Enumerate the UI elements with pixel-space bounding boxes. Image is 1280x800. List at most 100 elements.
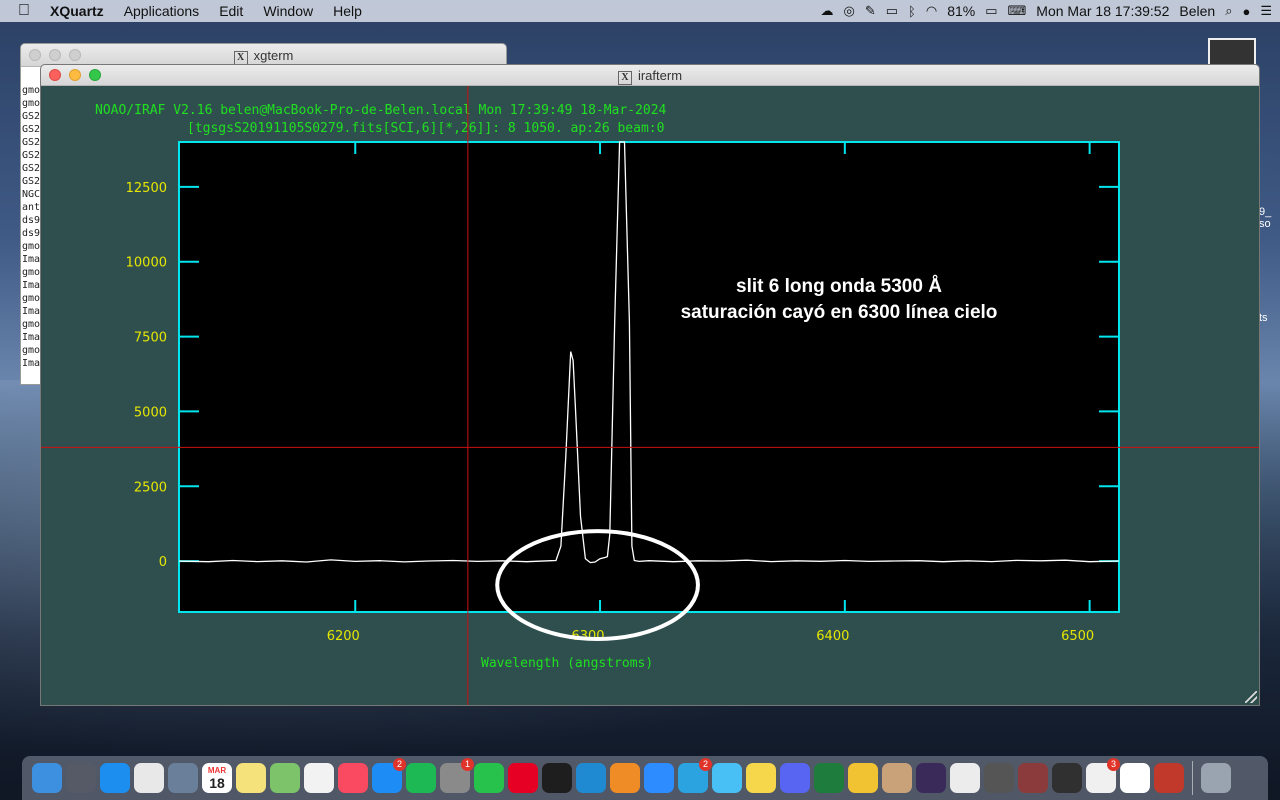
dock-spotify-icon[interactable] [406, 763, 436, 793]
desktop-file-label[interactable]: 9_ so [1259, 206, 1271, 230]
plot-frame [178, 141, 1120, 613]
menu-app-name[interactable]: XQuartz [40, 3, 114, 19]
xgterm-line: gmo [22, 241, 41, 252]
dock-python-icon[interactable]: 3 [1086, 758, 1120, 793]
plot-header-line2: [tgsgsS20191105S0279.fits[SCI,6][*,26]]:… [187, 121, 664, 136]
dock-calendar-icon[interactable]: MAR 18 [202, 763, 232, 793]
dock-stickies-icon[interactable] [746, 763, 776, 793]
xgterm-line: GS2 [22, 137, 41, 148]
xgterm-line: gmo [22, 98, 41, 109]
annotation-line2: saturación cayó en 6300 línea cielo [681, 302, 998, 323]
keyboard-icon[interactable]: ⌨ [1008, 3, 1027, 19]
annotation-line1: slit 6 long onda 5300 Å [736, 276, 942, 297]
airplay-icon[interactable]: ▭ [886, 3, 898, 19]
dock-chrome-icon[interactable] [134, 763, 164, 793]
menu-bar:  XQuartz Applications Edit Window Help … [0, 0, 1280, 22]
dock-zoom-icon[interactable] [644, 763, 674, 793]
dock-music-icon[interactable] [338, 763, 368, 793]
dock-preview-icon[interactable] [168, 763, 198, 793]
dock-circle-icon[interactable] [814, 763, 844, 793]
dock-vs-code-icon[interactable] [576, 763, 606, 793]
xgterm-line: GS2 [22, 176, 41, 187]
notification-badge: 1 [461, 758, 474, 771]
xgterm-line: gmo [22, 293, 41, 304]
xgterm-line: ds9 [22, 215, 41, 226]
x11-icon: X [617, 71, 632, 85]
menu-help[interactable]: Help [323, 3, 372, 19]
dock-ds9-icon[interactable] [1052, 763, 1082, 793]
plot-header-line1: NOAO/IRAF V2.16 belen@MacBook-Pro-de-Bel… [95, 103, 667, 118]
xgterm-text[interactable]: gmo gmo GS2 GS2 GS2 GS2 GS2 GS2 NGC ant ds9 ds9 gmo I… [22, 84, 40, 370]
adobe-sync-icon[interactable]: ◎ [844, 3, 855, 19]
dock-trash-icon[interactable] [1201, 763, 1231, 793]
irafterm-titlebar[interactable]: Xirafterm [41, 65, 1259, 86]
creative-cloud-icon[interactable]: ☁ [821, 3, 834, 19]
x-tick-label: 6500 [1061, 629, 1094, 644]
xgterm-line: Ima [22, 280, 41, 291]
bluetooth-icon[interactable]: ᛒ [908, 4, 916, 19]
x-axis-label: Wavelength (angstroms) [481, 656, 653, 671]
dock-messages-icon[interactable] [712, 763, 742, 793]
dock-safari-icon[interactable] [100, 763, 130, 793]
xgterm-line: Ima [22, 306, 41, 317]
menu-user[interactable]: Belen [1179, 3, 1215, 19]
y-tick-label: 10000 [126, 256, 167, 271]
desktop-file-label-2[interactable]: ts [1259, 312, 1268, 324]
notification-center-icon[interactable]: ☰ [1260, 3, 1272, 19]
dock-whatsapp-icon[interactable] [474, 763, 504, 793]
xgterm-line: ant [22, 202, 41, 213]
y-tick-label: 7500 [134, 331, 167, 346]
dock-red-app-icon[interactable] [1154, 763, 1184, 793]
dock-discord-icon[interactable] [780, 763, 810, 793]
dock-launchpad-icon[interactable] [66, 763, 96, 793]
notification-badge: 3 [1107, 758, 1120, 771]
dock-telescope-icon[interactable] [1018, 763, 1048, 793]
dock-document-icon[interactable] [950, 763, 980, 793]
spectrum-plot[interactable]: NOAO/IRAF V2.16 belen@MacBook-Pro-de-Bel… [41, 86, 1259, 705]
menu-window[interactable]: Window [253, 3, 323, 19]
menu-applications[interactable]: Applications [114, 3, 210, 19]
dock-notes-icon[interactable] [236, 763, 266, 793]
dock-notion-icon[interactable] [1120, 763, 1150, 793]
dock-app-store-icon[interactable]: 2 [372, 758, 406, 793]
siri-icon[interactable]: ● [1242, 4, 1250, 19]
spotlight-search-icon[interactable]: ⌕ [1225, 3, 1232, 19]
dock-maps-icon[interactable] [270, 763, 300, 793]
menu-clock[interactable]: Mon Mar 18 17:39:52 [1036, 3, 1169, 19]
calendar-month: MAR [207, 765, 227, 775]
dock-sheets-icon[interactable] [882, 763, 912, 793]
xgterm-line: gmo [22, 319, 41, 330]
battery-percent[interactable]: 81% [947, 3, 975, 19]
wifi-icon[interactable]: ◠ [926, 3, 937, 19]
xgterm-line: Ima [22, 358, 41, 369]
dock-observing-tool-icon[interactable] [984, 763, 1014, 793]
notification-badge: 2 [393, 758, 406, 771]
dock-system-preferences-icon[interactable]: 1 [440, 758, 474, 793]
irafterm-title: irafterm [637, 68, 683, 83]
dock-galaxy-icon[interactable] [916, 763, 946, 793]
dock-pinterest-icon[interactable] [508, 763, 538, 793]
y-tick-label: 0 [159, 555, 167, 570]
xgterm-line: Ima [22, 254, 41, 265]
dock-telegram-icon[interactable]: 2 [678, 758, 712, 793]
x-tick-label: 6400 [816, 629, 849, 644]
menu-edit[interactable]: Edit [209, 3, 253, 19]
irafterm-window[interactable]: Xirafterm NOAO/IRAF V2.16 belen@MacBook-… [40, 64, 1260, 706]
dock: MAR 18 2 1 2 3 [22, 756, 1268, 800]
battery-icon[interactable]: ▭ [985, 3, 997, 19]
pen-icon[interactable]: ✎ [865, 3, 876, 19]
y-tick-label: 12500 [126, 181, 167, 196]
dock-terminal-icon[interactable] [542, 763, 572, 793]
xgterm-line: gmo [22, 85, 41, 96]
xgterm-line: GS2 [22, 163, 41, 174]
resize-handle[interactable] [1245, 691, 1257, 703]
y-tick-label: 2500 [134, 480, 167, 495]
xgterm-line: GS2 [22, 124, 41, 135]
dock-cat-app-icon[interactable] [848, 763, 878, 793]
notification-badge: 2 [699, 758, 712, 771]
dock-finder-icon[interactable] [32, 763, 62, 793]
apple-icon[interactable]:  [0, 2, 40, 20]
calendar-day: 18 [209, 774, 225, 791]
dock-sublime-text-icon[interactable] [610, 763, 640, 793]
dock-photos-icon[interactable] [304, 763, 334, 793]
